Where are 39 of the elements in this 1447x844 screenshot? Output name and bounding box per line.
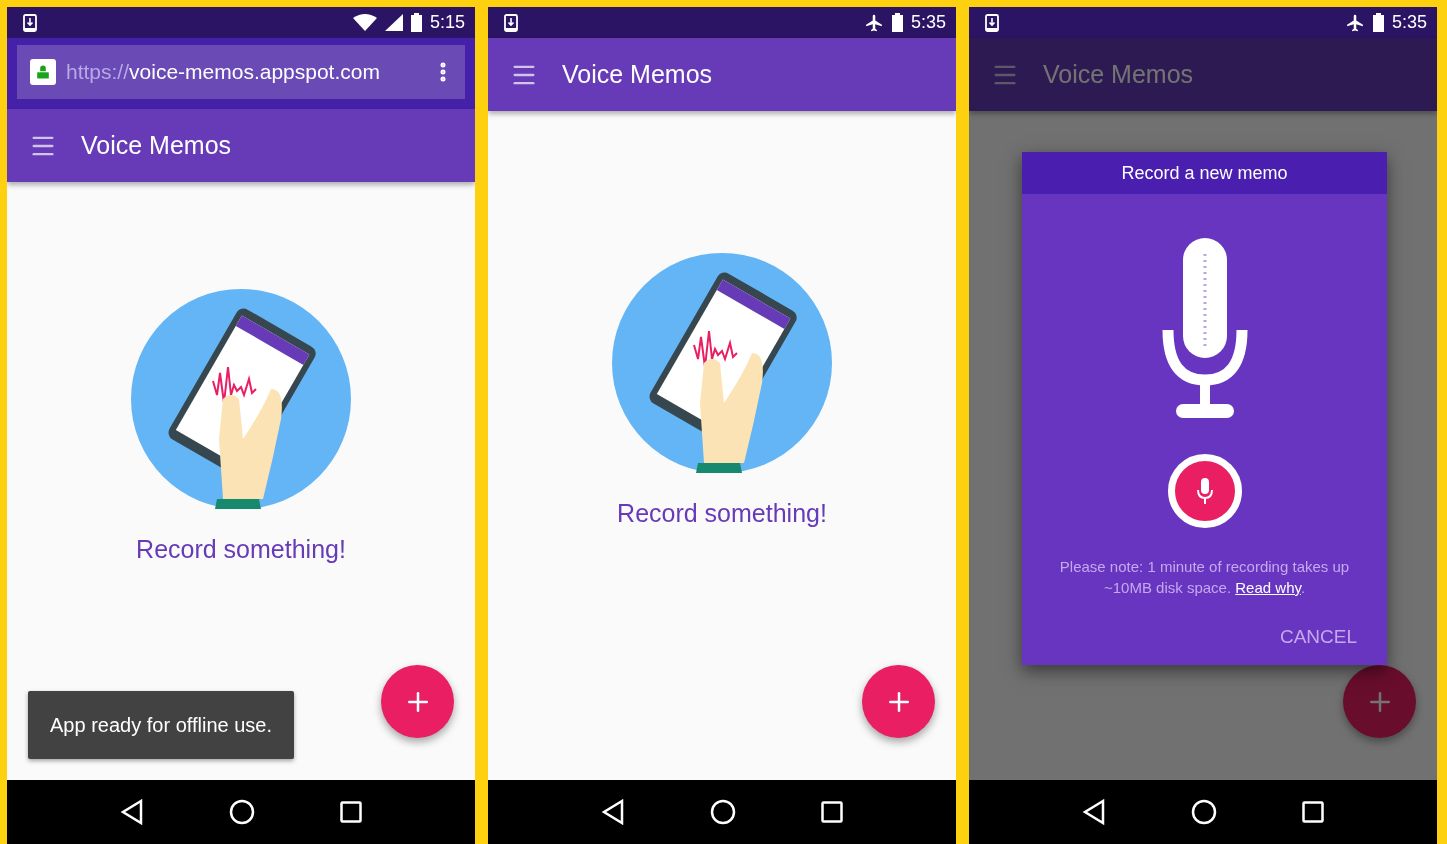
home-icon[interactable] <box>1191 799 1217 825</box>
add-button[interactable] <box>381 665 454 738</box>
url-text: https://voice-memos.appspot.com <box>66 60 380 84</box>
home-icon[interactable] <box>710 799 736 825</box>
add-button[interactable] <box>862 665 935 738</box>
snackbar: App ready for offline use. <box>28 691 294 759</box>
recents-icon[interactable] <box>1302 801 1325 823</box>
cancel-button[interactable]: CANCEL <box>1279 626 1357 648</box>
address-field[interactable]: https://voice-memos.appspot.com <box>17 45 465 99</box>
microphone-icon <box>1195 478 1214 504</box>
download-icon <box>985 13 999 32</box>
battery-icon <box>891 13 903 32</box>
add-button[interactable] <box>1343 665 1416 738</box>
storage-note: Please note: 1 minute of recording takes up ~10MB disk space. Read why. <box>1058 557 1351 598</box>
app-title: Voice Memos <box>562 60 713 89</box>
empty-state-message: Record something! <box>617 499 827 528</box>
recents-icon[interactable] <box>340 801 363 823</box>
status-time: 5:35 <box>1391 12 1427 33</box>
back-icon[interactable] <box>600 799 625 825</box>
dialog-title: Record a new memo <box>1022 152 1387 194</box>
status-time: 5:35 <box>910 12 946 33</box>
back-icon[interactable] <box>1081 799 1106 825</box>
home-icon[interactable] <box>229 799 255 825</box>
battery-icon <box>410 13 422 32</box>
back-icon[interactable] <box>119 799 144 825</box>
battery-icon <box>1372 13 1384 32</box>
airplane-icon <box>863 12 884 33</box>
airplane-icon <box>1344 12 1365 33</box>
wifi-icon <box>352 14 377 31</box>
empty-state-message: Record something! <box>136 534 346 564</box>
lock-icon <box>30 59 56 85</box>
download-icon <box>504 13 518 32</box>
signal-icon <box>384 14 403 31</box>
recents-icon[interactable] <box>821 801 844 823</box>
status-time: 5:15 <box>429 12 465 33</box>
app-title: Voice Memos <box>81 131 232 160</box>
read-why-link[interactable]: Read why <box>1235 579 1301 596</box>
app-title: Voice Memos <box>1043 60 1194 89</box>
download-icon <box>23 13 37 32</box>
